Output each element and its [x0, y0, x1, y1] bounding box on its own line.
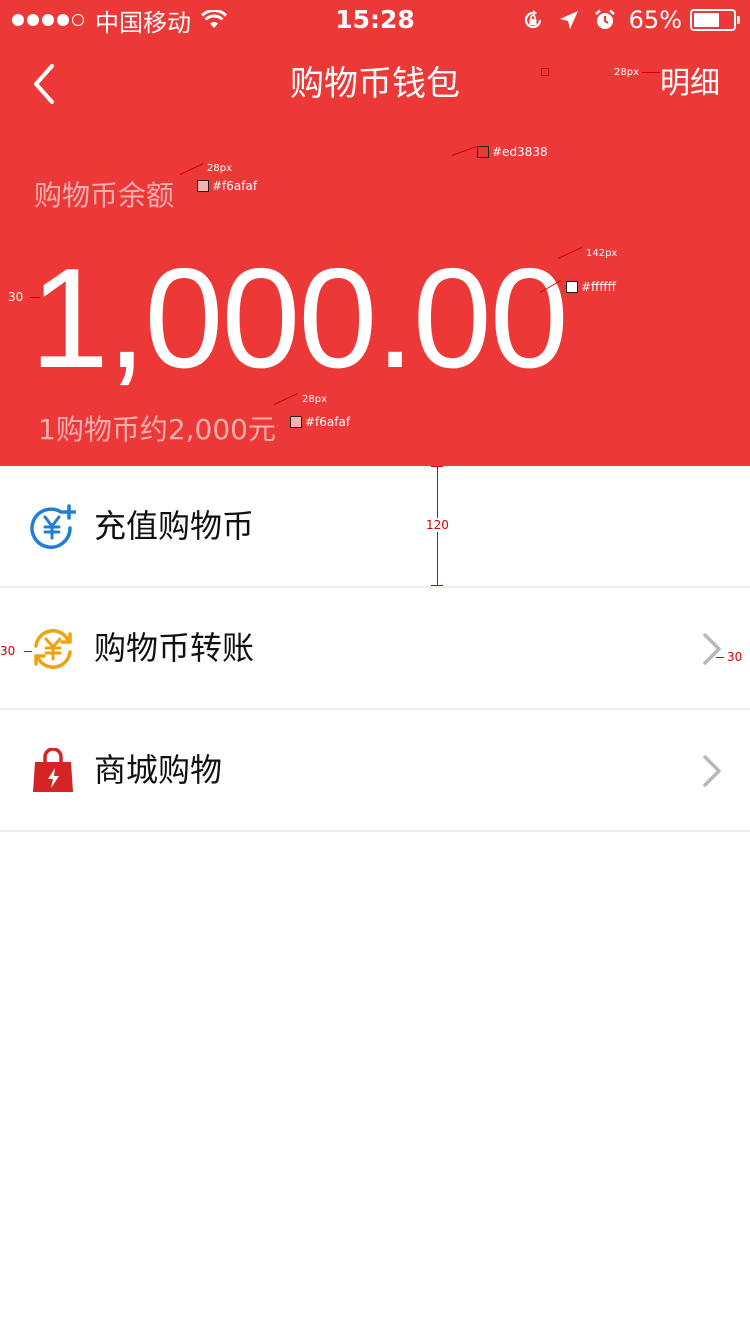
menu-item-transfer[interactable]: 购物币转账	[0, 588, 750, 710]
annotation-label-color: #f6afaf	[212, 179, 258, 193]
annotation-nav-font-size: 28px	[614, 67, 639, 78]
annotation-leader	[451, 146, 477, 156]
annotation-row-left-margin: 30	[0, 644, 16, 658]
annotation-color-swatch	[290, 416, 302, 428]
yen-transfer-icon	[34, 629, 72, 669]
shopping-bag-icon	[33, 748, 73, 792]
annotation-leader	[716, 657, 724, 658]
balance-label: 购物币余额	[34, 179, 175, 212]
annotation-leader	[642, 72, 660, 73]
annotation-leader	[30, 297, 40, 298]
menu-item-label: 充值购物币	[94, 507, 255, 545]
annotation-amount-font-size: 142px	[586, 248, 618, 259]
annotation-leader	[179, 163, 204, 175]
annotation-label-font-size: 28px	[207, 163, 232, 174]
annotation-amount-color: #ffffff	[581, 280, 616, 294]
annotation-dimension-cap	[431, 466, 443, 467]
balance-amount: 1,000.00	[30, 239, 569, 398]
wallet-header: 中国移动 15:28 65% 购物币钱包 明细 购物币余额 1,000.00 1…	[0, 0, 750, 466]
annotation-leader	[24, 651, 32, 652]
chevron-right-icon	[703, 755, 721, 787]
battery-percent: 65%	[628, 6, 682, 34]
yen-plus-icon	[30, 504, 76, 549]
status-bar: 中国移动 15:28 65%	[0, 0, 750, 40]
menu-item-label: 商城购物	[94, 751, 223, 789]
rotation-lock-icon	[524, 10, 541, 29]
annotation-row-height: 120	[426, 518, 449, 532]
exchange-rate-note: 1购物币约2,000元	[38, 413, 276, 446]
menu-item-mall-shopping[interactable]: 商城购物	[0, 710, 750, 832]
details-link[interactable]: 明细	[660, 62, 720, 106]
annotation-left-margin: 30	[8, 290, 24, 304]
annotation-dimension-cap	[431, 585, 443, 586]
annotation-color-swatch	[477, 146, 489, 158]
annotation-color-swatch	[566, 281, 578, 293]
menu-item-label: 购物币转账	[94, 629, 255, 667]
location-arrow-icon	[559, 11, 578, 29]
annotation-note-color: #f6afaf	[305, 415, 351, 429]
annotation-note-font-size: 28px	[302, 394, 327, 405]
battery-level	[694, 13, 719, 27]
status-right: 65%	[509, 5, 740, 35]
battery-icon	[690, 9, 740, 31]
chevron-right-icon	[703, 633, 721, 665]
alarm-clock-icon	[594, 9, 615, 29]
annotation-marker	[541, 68, 549, 76]
annotation-bg-color: #ed3838	[492, 145, 548, 159]
menu-item-recharge[interactable]: 充值购物币	[0, 466, 750, 588]
wallet-menu: 充值购物币 购物币转账 商城购物	[0, 466, 750, 832]
annotation-color-swatch	[197, 180, 209, 192]
battery-cap	[737, 16, 740, 24]
annotation-row-right-margin: 30	[727, 650, 743, 664]
